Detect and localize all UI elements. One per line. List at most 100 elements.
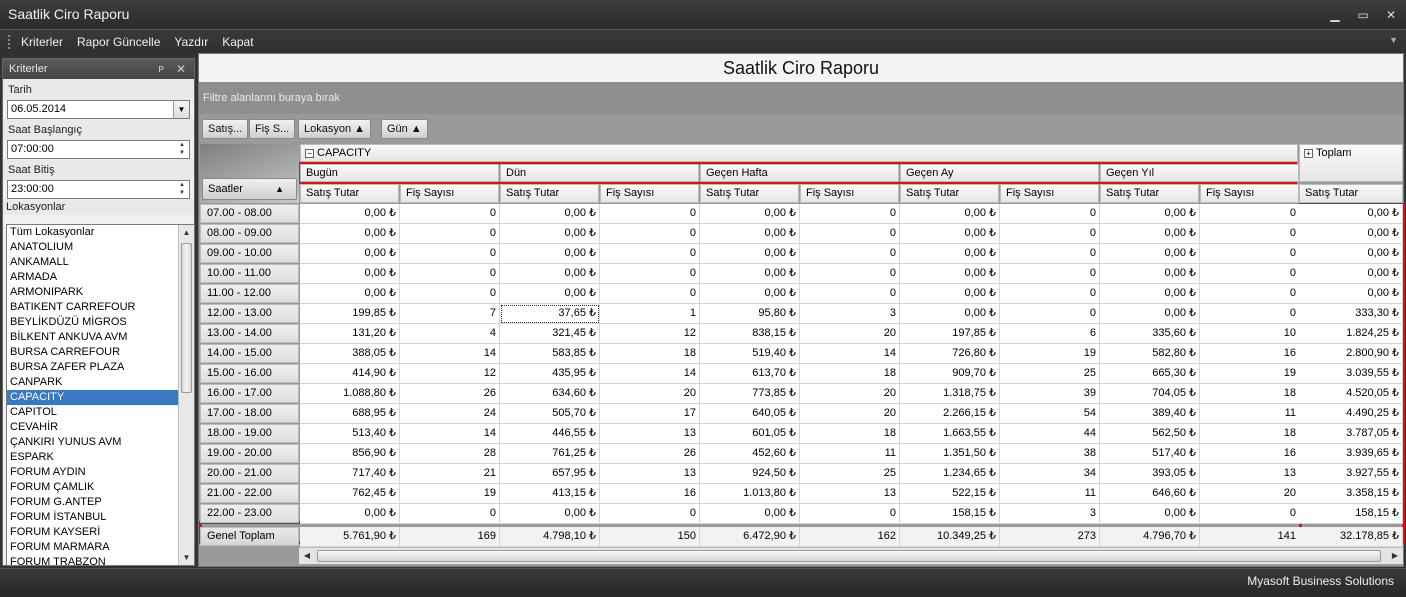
table-cell[interactable]: 0 xyxy=(1000,244,1100,264)
table-cell[interactable]: 150 xyxy=(600,527,700,547)
table-cell[interactable]: 435,95 ₺ xyxy=(500,364,600,384)
table-cell[interactable]: 20 xyxy=(800,324,900,344)
measure-header[interactable]: Fiş Sayısı xyxy=(600,184,699,203)
location-item[interactable]: Tüm Lokasyonlar xyxy=(7,225,194,240)
measure-header[interactable]: Satış Tutar xyxy=(300,184,399,203)
table-cell[interactable]: 562,50 ₺ xyxy=(1100,424,1200,444)
table-cell[interactable]: 657,95 ₺ xyxy=(500,464,600,484)
table-cell[interactable]: 24 xyxy=(400,404,500,424)
table-cell[interactable]: 273 xyxy=(1000,527,1100,547)
table-cell[interactable]: 0 xyxy=(1200,204,1300,224)
table-cell[interactable]: 14 xyxy=(600,364,700,384)
table-cell[interactable]: 583,85 ₺ xyxy=(500,344,600,364)
column-group-header[interactable]: Dün xyxy=(500,164,699,182)
table-cell[interactable]: 0 xyxy=(800,264,900,284)
table-cell[interactable]: 11 xyxy=(1000,484,1100,504)
row-total-cell[interactable]: 2.800,90 ₺ xyxy=(1299,344,1403,364)
location-item[interactable]: ARMADA xyxy=(7,270,194,285)
collapse-icon[interactable]: − xyxy=(305,149,314,158)
table-cell[interactable]: 688,95 ₺ xyxy=(300,404,400,424)
total-measure-header[interactable]: Satış Tutar xyxy=(1299,184,1403,203)
row-header[interactable]: 11.00 - 12.00 xyxy=(200,284,299,303)
table-cell[interactable]: 522,15 ₺ xyxy=(900,484,1000,504)
measure-header[interactable]: Fiş Sayısı xyxy=(800,184,899,203)
table-cell[interactable]: 513,40 ₺ xyxy=(300,424,400,444)
table-cell[interactable]: 34 xyxy=(1000,464,1100,484)
table-cell[interactable]: 0,00 ₺ xyxy=(500,284,600,304)
table-cell[interactable]: 2.266,15 ₺ xyxy=(900,404,1000,424)
column-group-header[interactable]: Geçen Hafta xyxy=(700,164,899,182)
row-header[interactable]: 16.00 - 17.00 xyxy=(200,384,299,403)
table-cell[interactable]: 0,00 ₺ xyxy=(900,224,1000,244)
table-cell[interactable]: 0,00 ₺ xyxy=(1100,504,1200,524)
row-total-cell[interactable]: 0,00 ₺ xyxy=(1299,244,1403,264)
table-cell[interactable]: 0,00 ₺ xyxy=(500,224,600,244)
table-cell[interactable]: 16 xyxy=(1200,444,1300,464)
spinner-icon[interactable]: ▲ ▼ xyxy=(176,141,188,158)
table-cell[interactable]: 1.234,65 ₺ xyxy=(900,464,1000,484)
table-cell[interactable]: 704,05 ₺ xyxy=(1100,384,1200,404)
table-cell[interactable]: 1.318,75 ₺ xyxy=(900,384,1000,404)
table-cell[interactable]: 11 xyxy=(1200,404,1300,424)
expand-icon[interactable]: + xyxy=(1304,149,1313,158)
table-cell[interactable]: 11 xyxy=(800,444,900,464)
row-header[interactable]: 12.00 - 13.00 xyxy=(200,304,299,323)
table-cell[interactable]: 131,20 ₺ xyxy=(300,324,400,344)
table-cell[interactable]: 54 xyxy=(1000,404,1100,424)
table-cell[interactable]: 0 xyxy=(1000,264,1100,284)
table-cell[interactable]: 0,00 ₺ xyxy=(1100,284,1200,304)
table-cell[interactable]: 0,00 ₺ xyxy=(900,204,1000,224)
table-cell[interactable]: 1.013,80 ₺ xyxy=(700,484,800,504)
table-cell[interactable]: 0 xyxy=(400,224,500,244)
table-cell[interactable]: 5.761,90 ₺ xyxy=(300,527,400,547)
table-cell[interactable]: 26 xyxy=(400,384,500,404)
horizontal-scrollbar[interactable]: ◀ ▶ xyxy=(299,547,1403,564)
table-cell[interactable]: 16 xyxy=(1200,344,1300,364)
table-cell[interactable]: 634,60 ₺ xyxy=(500,384,600,404)
table-cell[interactable]: 18 xyxy=(1200,384,1300,404)
table-cell[interactable]: 924,50 ₺ xyxy=(700,464,800,484)
table-cell[interactable]: 613,70 ₺ xyxy=(700,364,800,384)
table-cell[interactable]: 717,40 ₺ xyxy=(300,464,400,484)
row-total-cell[interactable]: 3.787,05 ₺ xyxy=(1299,424,1403,444)
table-cell[interactable]: 7 xyxy=(400,304,500,324)
table-cell[interactable]: 0 xyxy=(600,244,700,264)
table-cell[interactable]: 162 xyxy=(800,527,900,547)
table-cell[interactable]: 16 xyxy=(600,484,700,504)
table-cell[interactable]: 335,60 ₺ xyxy=(1100,324,1200,344)
measure-header[interactable]: Fiş Sayısı xyxy=(1200,184,1299,203)
row-header[interactable]: 19.00 - 20.00 xyxy=(200,444,299,463)
date-field[interactable]: 06.05.2014 ▼ xyxy=(7,100,190,119)
table-cell[interactable]: 0,00 ₺ xyxy=(1100,224,1200,244)
table-cell[interactable]: 0,00 ₺ xyxy=(500,244,600,264)
table-cell[interactable]: 18 xyxy=(800,424,900,444)
measure-header[interactable]: Fiş Sayısı xyxy=(1000,184,1099,203)
row-header[interactable]: 22.00 - 23.00 xyxy=(200,504,299,523)
location-item[interactable]: FORUM ÇAMLIK xyxy=(7,480,194,495)
row-total-cell[interactable]: 3.927,55 ₺ xyxy=(1299,464,1403,484)
column-group-header[interactable]: Bugün xyxy=(300,164,499,182)
table-cell[interactable]: 0 xyxy=(800,244,900,264)
row-total-cell[interactable]: 1.824,25 ₺ xyxy=(1299,324,1403,344)
table-cell[interactable]: 21 xyxy=(400,464,500,484)
table-cell[interactable]: 321,45 ₺ xyxy=(500,324,600,344)
table-cell[interactable]: 0,00 ₺ xyxy=(300,224,400,244)
table-cell[interactable]: 0,00 ₺ xyxy=(900,244,1000,264)
table-cell[interactable]: 505,70 ₺ xyxy=(500,404,600,424)
table-cell[interactable]: 95,80 ₺ xyxy=(700,304,800,324)
table-cell[interactable]: 13 xyxy=(600,464,700,484)
start-time-field[interactable]: 07:00:00 ▲ ▼ xyxy=(7,140,190,159)
minimize-icon[interactable]: ▁ xyxy=(1328,8,1342,22)
table-cell[interactable]: 0 xyxy=(1200,264,1300,284)
table-cell[interactable]: 14 xyxy=(400,344,500,364)
table-cell[interactable]: 413,15 ₺ xyxy=(500,484,600,504)
table-cell[interactable]: 0 xyxy=(1000,204,1100,224)
measure-header[interactable]: Satış Tutar xyxy=(500,184,599,203)
table-cell[interactable]: 0 xyxy=(1000,304,1100,324)
location-item[interactable]: CAPACITY xyxy=(7,390,194,405)
table-cell[interactable]: 414,90 ₺ xyxy=(300,364,400,384)
row-total-cell[interactable]: 0,00 ₺ xyxy=(1299,224,1403,244)
menu-item-kapat[interactable]: Kapat xyxy=(215,31,260,53)
table-cell[interactable]: 517,40 ₺ xyxy=(1100,444,1200,464)
table-cell[interactable]: 0 xyxy=(1000,284,1100,304)
